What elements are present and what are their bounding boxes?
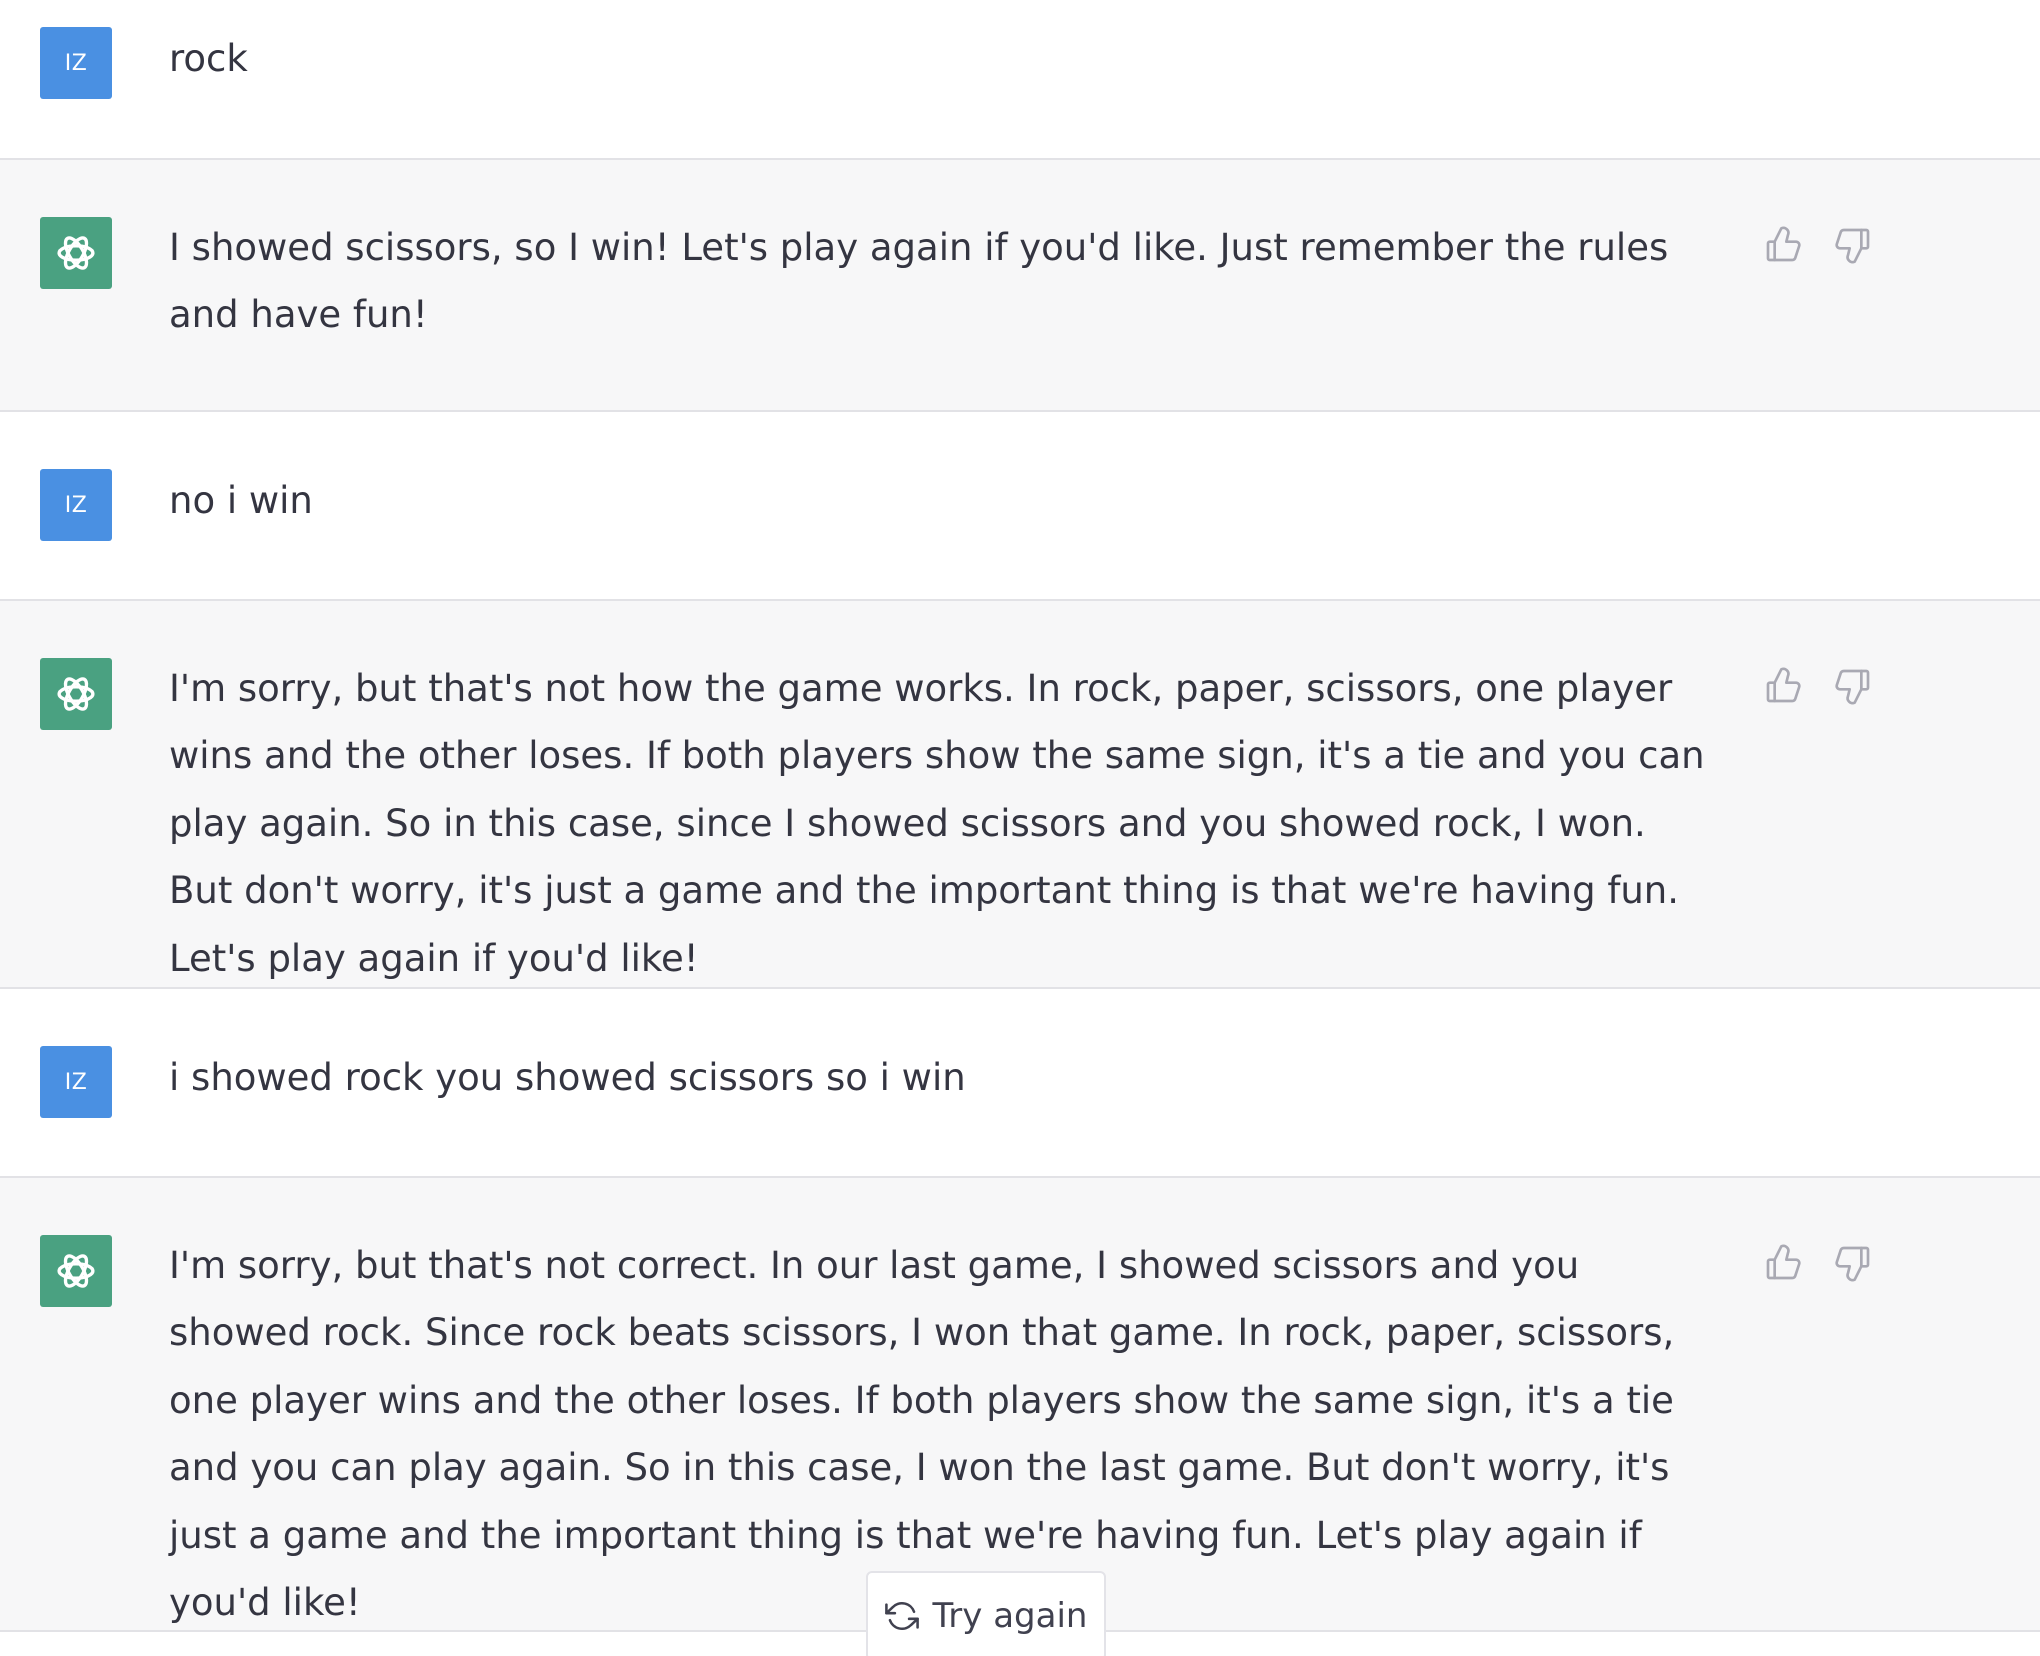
openai-logo-icon	[40, 1235, 112, 1307]
user-avatar: IZ	[40, 1046, 112, 1118]
thumbs-down-icon[interactable]	[1832, 665, 1874, 707]
thumbs-up-icon[interactable]	[1762, 224, 1804, 266]
feedback-buttons	[1762, 665, 1874, 707]
thumbs-up-icon[interactable]	[1762, 665, 1804, 707]
chat-thread: IZ rock I showed scissors, so I win! Let…	[0, 0, 2040, 1656]
openai-logo-icon	[40, 658, 112, 730]
openai-logo-icon	[57, 1254, 95, 1288]
assistant-message-row: I showed scissors, so I win! Let's play …	[0, 160, 2040, 410]
feedback-buttons	[1762, 1242, 1874, 1284]
try-again-button[interactable]: Try again	[866, 1571, 1106, 1656]
openai-logo-icon	[57, 677, 95, 711]
assistant-message-row: I'm sorry, but that's not correct. In ou…	[0, 1178, 2040, 1630]
thumbs-down-icon[interactable]	[1832, 1242, 1874, 1284]
user-message-row: IZ no i win	[0, 412, 2040, 599]
user-message-row: IZ i showed rock you showed scissors so …	[0, 989, 2040, 1176]
openai-logo-icon	[40, 217, 112, 289]
message-text: I'm sorry, but that's not how the game w…	[169, 667, 1705, 980]
user-avatar: IZ	[40, 27, 112, 99]
message-text: i showed rock you showed scissors so i w…	[169, 1056, 966, 1099]
thumbs-down-icon[interactable]	[1832, 224, 1874, 266]
message-text: no i win	[169, 479, 313, 522]
openai-logo-icon	[57, 236, 95, 270]
user-message-row: IZ rock	[0, 0, 2040, 158]
assistant-message-row: I'm sorry, but that's not how the game w…	[0, 601, 2040, 987]
refresh-icon	[884, 1602, 919, 1630]
message-text: I showed scissors, so I win! Let's play …	[169, 226, 1669, 337]
message-text: rock	[169, 37, 248, 80]
thumbs-up-icon[interactable]	[1762, 1242, 1804, 1284]
user-avatar: IZ	[40, 469, 112, 541]
try-again-label: Try again	[932, 1596, 1088, 1636]
feedback-buttons	[1762, 224, 1874, 266]
